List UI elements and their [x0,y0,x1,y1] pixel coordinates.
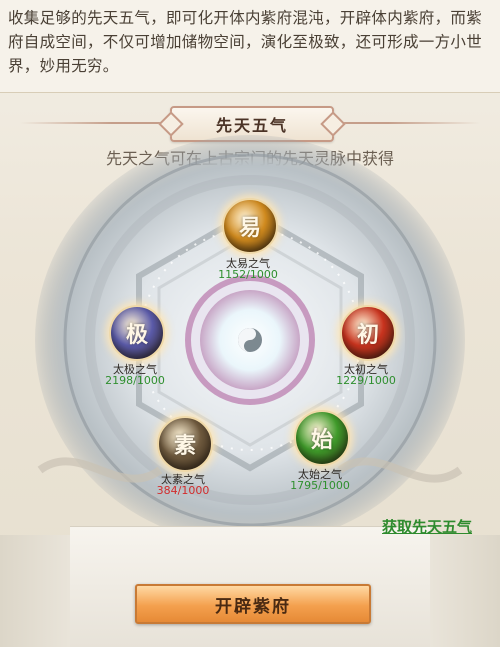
qi-orb-chu[interactable]: 初 [340,305,396,361]
orb-char: 易 [238,215,261,241]
qi-orb-shi[interactable]: 始 [294,410,350,466]
zifu-panel: 收集足够的先天五气，即可化开体内紫府混沌，开辟体内紫府，而紫府自成空间，不仅可增… [0,0,500,647]
obtain-qi-link[interactable]: 获取先天五气 [382,516,472,537]
pedestal-right [420,535,500,647]
qi-orb-ji[interactable]: 极 [109,305,165,361]
qi-count-ji: 2198/1000 [105,374,165,387]
qi-orb-yi[interactable]: 易 [222,198,278,254]
qi-count-chu: 1229/1000 [336,374,396,387]
orb-char: 始 [310,427,333,453]
orb-char: 极 [125,322,148,348]
pedestal-left [0,535,80,647]
qi-count-su: 384/1000 [156,484,210,497]
qi-orb-su[interactable]: 素 [157,416,213,472]
qi-count-shi: 1795/1000 [290,479,350,492]
orb-char: 素 [173,433,196,459]
open-zifu-button-label: 开辟紫府 [215,596,291,617]
open-zifu-button[interactable]: 开辟紫府 [135,584,371,624]
orb-char: 初 [356,322,379,348]
qi-count-yi: 1152/1000 [218,268,278,281]
